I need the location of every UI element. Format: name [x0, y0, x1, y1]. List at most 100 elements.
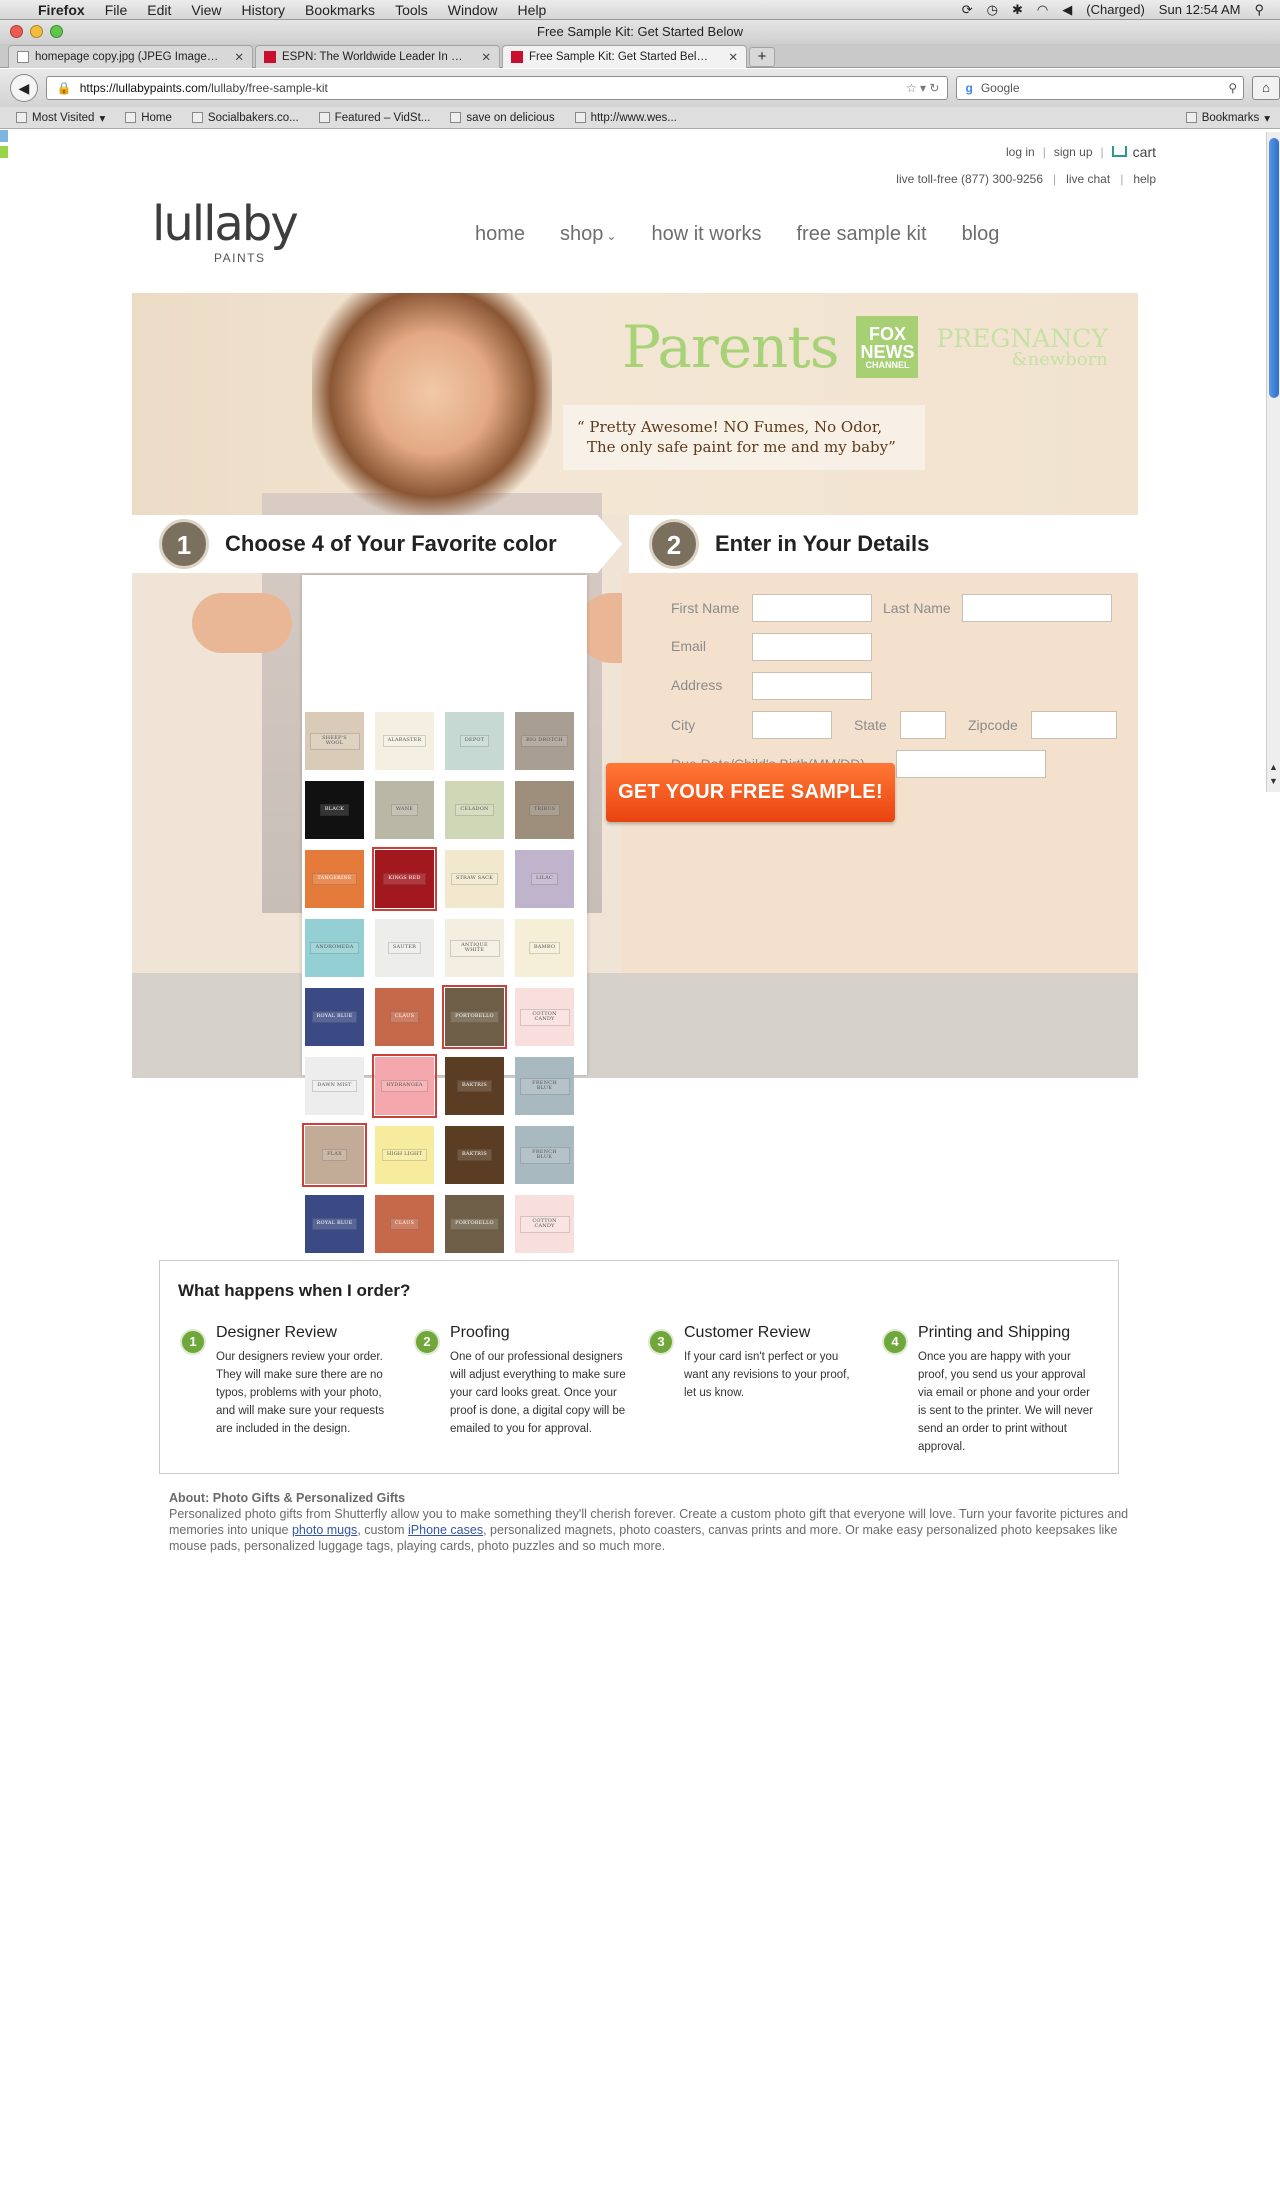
spotlight-icon[interactable]: ⚲ [1254, 2, 1264, 18]
site-logo[interactable]: lullaby PAINTS [152, 196, 299, 265]
battery-status[interactable]: (Charged) [1086, 2, 1145, 17]
paint-swatch[interactable]: ROYAL BLUE [305, 988, 364, 1046]
paint-swatch[interactable]: TANGERINE [305, 850, 364, 908]
scroll-up-arrow[interactable]: ▲ [1269, 762, 1278, 772]
bluetooth-icon[interactable]: ✱ [1012, 2, 1023, 18]
paint-swatch[interactable]: COTTON CANDY [515, 988, 574, 1046]
paint-swatch[interactable]: FRENCH BLUE [515, 1126, 574, 1184]
tab-espn[interactable]: ESPN: The Worldwide Leader In … ✕ [255, 45, 500, 68]
close-tab-icon[interactable]: ✕ [481, 50, 491, 64]
paint-swatch[interactable]: BLACK [305, 781, 364, 839]
close-tab-icon[interactable]: ✕ [728, 50, 738, 64]
paint-swatch[interactable]: CLAUS [375, 1195, 434, 1253]
url-bar[interactable]: 🔒 https://lullabypaints.com/lullaby/free… [45, 76, 949, 100]
paint-swatch[interactable]: DAWN MIST [305, 1057, 364, 1115]
search-input[interactable]: g Google ⚲ [956, 76, 1245, 100]
new-tab-button[interactable]: + [749, 47, 775, 67]
paint-swatch[interactable]: HIGH LIGHT [375, 1126, 434, 1184]
paint-swatch[interactable]: ALABASTER [375, 712, 434, 770]
paint-swatch[interactable]: ANTIQUE WHITE [445, 919, 504, 977]
paint-swatch[interactable]: PORTOBELLO [442, 985, 507, 1049]
paint-swatch[interactable]: COTTON CANDY [515, 1195, 574, 1253]
due-date-field[interactable] [896, 750, 1046, 778]
menu-edit[interactable]: Edit [147, 2, 171, 18]
bookmark-wes[interactable]: http://www.wes... [574, 112, 677, 124]
paint-swatch[interactable]: ANDROMEDA [305, 919, 364, 977]
bookmarks-menu[interactable]: Bookmarks ▾ [1185, 111, 1280, 125]
bookmark-home[interactable]: Home [125, 112, 172, 124]
bookmark-delicious[interactable]: save on delicious [450, 112, 555, 124]
minimize-window-icon[interactable] [30, 25, 43, 38]
volume-icon[interactable]: ◀ [1062, 2, 1072, 18]
email-field[interactable] [752, 633, 872, 661]
iphone-cases-link[interactable]: iPhone cases [408, 1523, 483, 1537]
close-tab-icon[interactable]: ✕ [234, 50, 244, 64]
back-button[interactable]: ◀ [10, 74, 38, 102]
bookmark-most-visited[interactable]: Most Visited ▾ [16, 111, 105, 125]
clock[interactable]: Sun 12:54 AM [1159, 2, 1241, 17]
nav-shop[interactable]: shop ⌄ [560, 223, 616, 246]
bookmark-star-icon[interactable]: ☆ ▾ ↻ [906, 77, 948, 99]
sync-icon[interactable]: ⟳ [962, 2, 973, 18]
zipcode-field[interactable] [1031, 711, 1117, 739]
menu-view[interactable]: View [191, 2, 221, 18]
home-button[interactable]: ⌂ [1252, 76, 1280, 100]
wifi-icon[interactable]: ◠ [1037, 2, 1048, 18]
nav-home[interactable]: home [475, 223, 525, 246]
tab-free-sample-kit[interactable]: Free Sample Kit: Get Started Bel… ✕ [502, 45, 747, 68]
paint-swatch[interactable]: LILAC [515, 850, 574, 908]
bookmark-vidst[interactable]: Featured – VidSt... [318, 112, 430, 124]
search-icon[interactable]: ⚲ [1228, 81, 1243, 95]
sidebar-tab-icon[interactable] [0, 130, 8, 142]
paint-swatch[interactable]: BIG DROTCH [515, 712, 574, 770]
paint-swatch[interactable]: DEPOT [445, 712, 504, 770]
city-field[interactable] [752, 711, 832, 739]
paint-swatch[interactable]: FRENCH BLUE [515, 1057, 574, 1115]
first-name-field[interactable] [752, 594, 872, 622]
menu-history[interactable]: History [241, 2, 285, 18]
get-free-sample-button[interactable]: GET YOUR FREE SAMPLE! [606, 763, 895, 822]
address-field[interactable] [752, 672, 872, 700]
paint-swatch[interactable]: CELADON [445, 781, 504, 839]
sidebar-tab-icon[interactable] [0, 146, 8, 158]
photo-mugs-link[interactable]: photo mugs [292, 1523, 357, 1537]
paint-swatch[interactable]: HYDRANGEA [372, 1054, 437, 1118]
paint-swatch[interactable]: BAKTRIS [445, 1057, 504, 1115]
paint-swatch[interactable]: BAKTRIS [445, 1126, 504, 1184]
signup-link[interactable]: sign up [1054, 145, 1093, 159]
cart-link[interactable]: cart [1111, 144, 1156, 160]
close-window-icon[interactable] [10, 25, 23, 38]
bookmark-socialbakers[interactable]: Socialbakers.co... [191, 112, 299, 124]
paint-swatch[interactable]: STRAW SACK [445, 850, 504, 908]
paint-swatch[interactable]: SHEEP'S WOOL [305, 712, 364, 770]
menu-window[interactable]: Window [448, 2, 498, 18]
paint-swatch[interactable]: WANE [375, 781, 434, 839]
last-name-field[interactable] [962, 594, 1112, 622]
nav-blog[interactable]: blog [962, 223, 1000, 246]
time-machine-icon[interactable]: ◷ [987, 2, 998, 18]
paint-swatch[interactable]: TRIBUS [515, 781, 574, 839]
scrollbar-thumb[interactable] [1269, 138, 1279, 398]
menu-tools[interactable]: Tools [395, 2, 428, 18]
vertical-scrollbar[interactable]: ▲ ▼ [1266, 132, 1280, 792]
menu-app[interactable]: Firefox [38, 2, 85, 18]
login-link[interactable]: log in [1006, 145, 1035, 159]
live-chat-link[interactable]: live chat [1066, 172, 1110, 186]
paint-swatch[interactable]: PORTOBELLO [445, 1195, 504, 1253]
paint-swatch[interactable]: KINGS RED [372, 847, 437, 911]
menu-bookmarks[interactable]: Bookmarks [305, 2, 375, 18]
zoom-window-icon[interactable] [50, 25, 63, 38]
paint-swatch[interactable]: ROYAL BLUE [305, 1195, 364, 1253]
nav-how-it-works[interactable]: how it works [651, 223, 761, 246]
paint-swatch[interactable]: FLAX [302, 1123, 367, 1187]
paint-swatch[interactable]: BAMBO [515, 919, 574, 977]
state-field[interactable] [900, 711, 946, 739]
paint-swatch[interactable]: CLAUS [375, 988, 434, 1046]
scroll-down-arrow[interactable]: ▼ [1269, 776, 1278, 786]
menu-help[interactable]: Help [518, 2, 547, 18]
paint-swatch[interactable]: SAUTER [375, 919, 434, 977]
menu-file[interactable]: File [105, 2, 128, 18]
tab-homepage-jpg[interactable]: homepage copy.jpg (JPEG Image… ✕ [8, 45, 253, 68]
help-link[interactable]: help [1133, 172, 1156, 186]
nav-free-sample-kit[interactable]: free sample kit [797, 223, 927, 246]
